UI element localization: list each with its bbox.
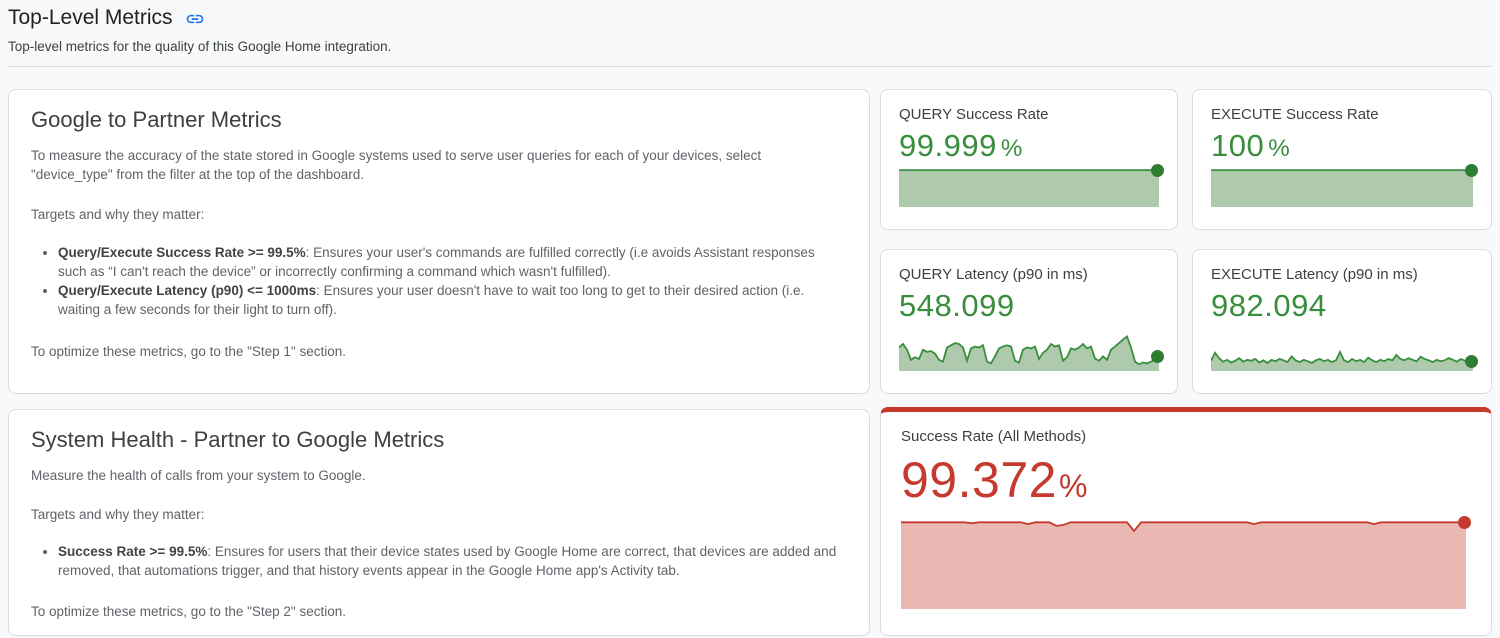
metric-value: 100% bbox=[1211, 128, 1473, 164]
metrics-column: QUERY Success Rate 99.999% EXECUTE Succe… bbox=[880, 89, 1492, 636]
sparkline-chart bbox=[901, 517, 1466, 609]
target-item: Success Rate >= 99.5%: Ensures for users… bbox=[58, 542, 843, 580]
latest-value-dot bbox=[1465, 164, 1478, 177]
header-divider bbox=[8, 66, 1492, 67]
metric-card-query-success-rate: QUERY Success Rate 99.999% bbox=[880, 89, 1178, 230]
metric-label: QUERY Success Rate bbox=[899, 106, 1159, 123]
info-column: Google to Partner Metrics To measure the… bbox=[8, 89, 870, 636]
metric-card-query-latency: QUERY Latency (p90 in ms) 548.099 bbox=[880, 249, 1178, 394]
sparkline-chart bbox=[899, 169, 1159, 207]
target-name: Success Rate >= 99.5% bbox=[58, 544, 207, 559]
metric-unit: % bbox=[1059, 468, 1088, 504]
metric-unit: % bbox=[1001, 135, 1023, 162]
card-footer-note: To optimize these metrics, go to the "St… bbox=[31, 602, 843, 621]
targets-list: Success Rate >= 99.5%: Ensures for users… bbox=[31, 542, 843, 580]
metric-value: 99.999% bbox=[899, 128, 1159, 164]
link-icon[interactable] bbox=[185, 9, 205, 29]
metric-tiles: QUERY Success Rate 99.999% EXECUTE Succe… bbox=[880, 89, 1492, 394]
sparkline-chart bbox=[899, 324, 1159, 371]
card-intro: Measure the health of calls from your sy… bbox=[31, 466, 843, 485]
system-health-card: System Health - Partner to Google Metric… bbox=[8, 409, 870, 636]
card-title: System Health - Partner to Google Metric… bbox=[31, 427, 843, 453]
target-name: Query/Execute Success Rate >= 99.5% bbox=[58, 245, 306, 260]
google-to-partner-card: Google to Partner Metrics To measure the… bbox=[8, 89, 870, 394]
targets-label: Targets and why they matter: bbox=[31, 205, 843, 224]
metric-label: EXECUTE Success Rate bbox=[1211, 106, 1473, 123]
latest-value-dot bbox=[1151, 350, 1164, 363]
sparkline-chart bbox=[1211, 169, 1473, 207]
metric-unit: % bbox=[1268, 135, 1290, 162]
latest-value-dot bbox=[1465, 355, 1478, 368]
dashboard-body: Google to Partner Metrics To measure the… bbox=[8, 89, 1492, 636]
target-item: Query/Execute Latency (p90) <= 1000ms: E… bbox=[58, 281, 843, 319]
metric-label: EXECUTE Latency (p90 in ms) bbox=[1211, 266, 1473, 283]
metric-card-execute-success-rate: EXECUTE Success Rate 100% bbox=[1192, 89, 1492, 230]
metric-value: 982.094 bbox=[1211, 288, 1473, 324]
metric-card-execute-latency: EXECUTE Latency (p90 in ms) 982.094 bbox=[1192, 249, 1492, 394]
sparkline-chart bbox=[1211, 324, 1473, 371]
card-intro: To measure the accuracy of the state sto… bbox=[31, 146, 843, 184]
metric-value: 548.099 bbox=[899, 288, 1159, 324]
metric-label: Success Rate (All Methods) bbox=[901, 428, 1466, 445]
metrics-dashboard: Top-Level Metrics Top-level metrics for … bbox=[0, 0, 1500, 636]
page-title: Top-Level Metrics bbox=[8, 6, 173, 30]
target-item: Query/Execute Success Rate >= 99.5%: Ens… bbox=[58, 243, 843, 281]
targets-label: Targets and why they matter: bbox=[31, 505, 843, 524]
card-footer-note: To optimize these metrics, go to the "St… bbox=[31, 342, 843, 361]
metric-value: 99.372% bbox=[901, 451, 1466, 509]
metric-card-success-rate-all-methods: Success Rate (All Methods) 99.372% bbox=[880, 407, 1492, 636]
target-name: Query/Execute Latency (p90) <= 1000ms bbox=[58, 283, 316, 298]
page-subtitle: Top-level metrics for the quality of thi… bbox=[8, 39, 1492, 54]
page-header: Top-Level Metrics bbox=[8, 6, 1492, 30]
latest-value-dot bbox=[1458, 516, 1471, 529]
card-title: Google to Partner Metrics bbox=[31, 107, 843, 133]
metric-label: QUERY Latency (p90 in ms) bbox=[899, 266, 1159, 283]
latest-value-dot bbox=[1151, 164, 1164, 177]
targets-list: Query/Execute Success Rate >= 99.5%: Ens… bbox=[31, 243, 843, 319]
